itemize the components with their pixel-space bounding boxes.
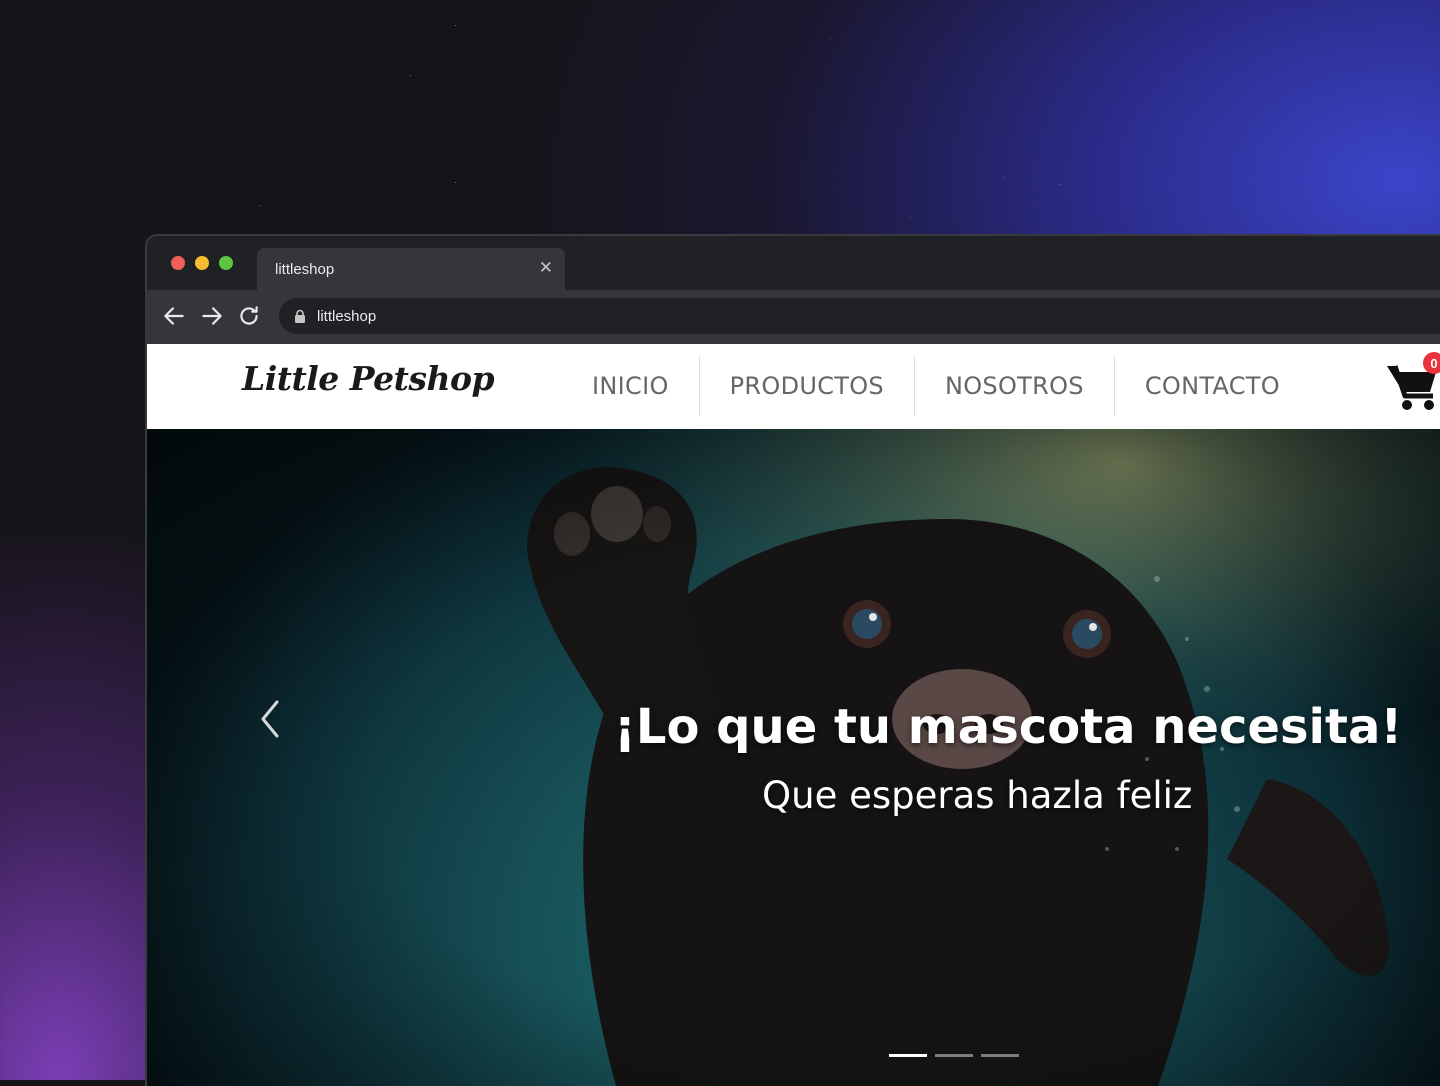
star [455, 25, 456, 26]
menu-item-inicio[interactable]: INICIO [562, 356, 700, 416]
menu-item-nosotros[interactable]: NOSOTROS [915, 356, 1115, 416]
carousel-indicator[interactable] [935, 1054, 973, 1057]
star [1060, 184, 1061, 185]
hero-carousel: ¡Lo que tu mascota necesita! Que esperas… [147, 429, 1440, 1086]
address-bar[interactable]: littleshop [279, 298, 1440, 334]
site-logo[interactable]: Little Petshop [242, 359, 495, 398]
hero-subtitle: Que esperas hazla feliz [762, 774, 1193, 817]
web-page: Little Petshop INICIO PRODUCTOS NOSOTROS… [147, 344, 1440, 1086]
star [910, 217, 911, 218]
maximize-window-button[interactable] [219, 256, 233, 270]
carousel-indicator[interactable] [889, 1054, 927, 1057]
close-tab-icon[interactable]: ✕ [539, 258, 553, 278]
main-menu: INICIO PRODUCTOS NOSOTROS CONTACTO [562, 356, 1310, 416]
carousel-prev-chevron-icon[interactable] [255, 694, 285, 744]
menu-item-contacto[interactable]: CONTACTO [1115, 356, 1310, 416]
star [830, 38, 831, 39]
site-navbar: Little Petshop INICIO PRODUCTOS NOSOTROS… [147, 344, 1440, 430]
lock-icon [295, 309, 305, 323]
star [260, 205, 261, 206]
hero-dog-photo [147, 429, 1440, 1086]
carousel-indicators [889, 1054, 1019, 1057]
minimize-window-button[interactable] [195, 256, 209, 270]
back-arrow-icon[interactable] [161, 303, 187, 329]
hero-title: ¡Lo que tu mascota necesita! [614, 699, 1403, 755]
url-text: littleshop [317, 307, 377, 325]
star [1003, 177, 1004, 178]
browser-titlebar: littleshop ✕ [147, 236, 1440, 290]
star [455, 182, 456, 183]
browser-tab[interactable]: littleshop ✕ [257, 248, 565, 290]
cart-count-badge: 0 [1423, 352, 1440, 374]
reload-icon[interactable] [236, 303, 262, 329]
browser-window: littleshop ✕ littleshop Little Petshop I… [145, 234, 1440, 1086]
menu-item-productos[interactable]: PRODUCTOS [700, 356, 915, 416]
close-window-button[interactable] [171, 256, 185, 270]
carousel-indicator[interactable] [981, 1054, 1019, 1057]
star [410, 75, 411, 76]
browser-toolbar: littleshop [147, 290, 1440, 344]
forward-arrow-icon[interactable] [199, 303, 225, 329]
tab-title: littleshop [275, 260, 335, 278]
